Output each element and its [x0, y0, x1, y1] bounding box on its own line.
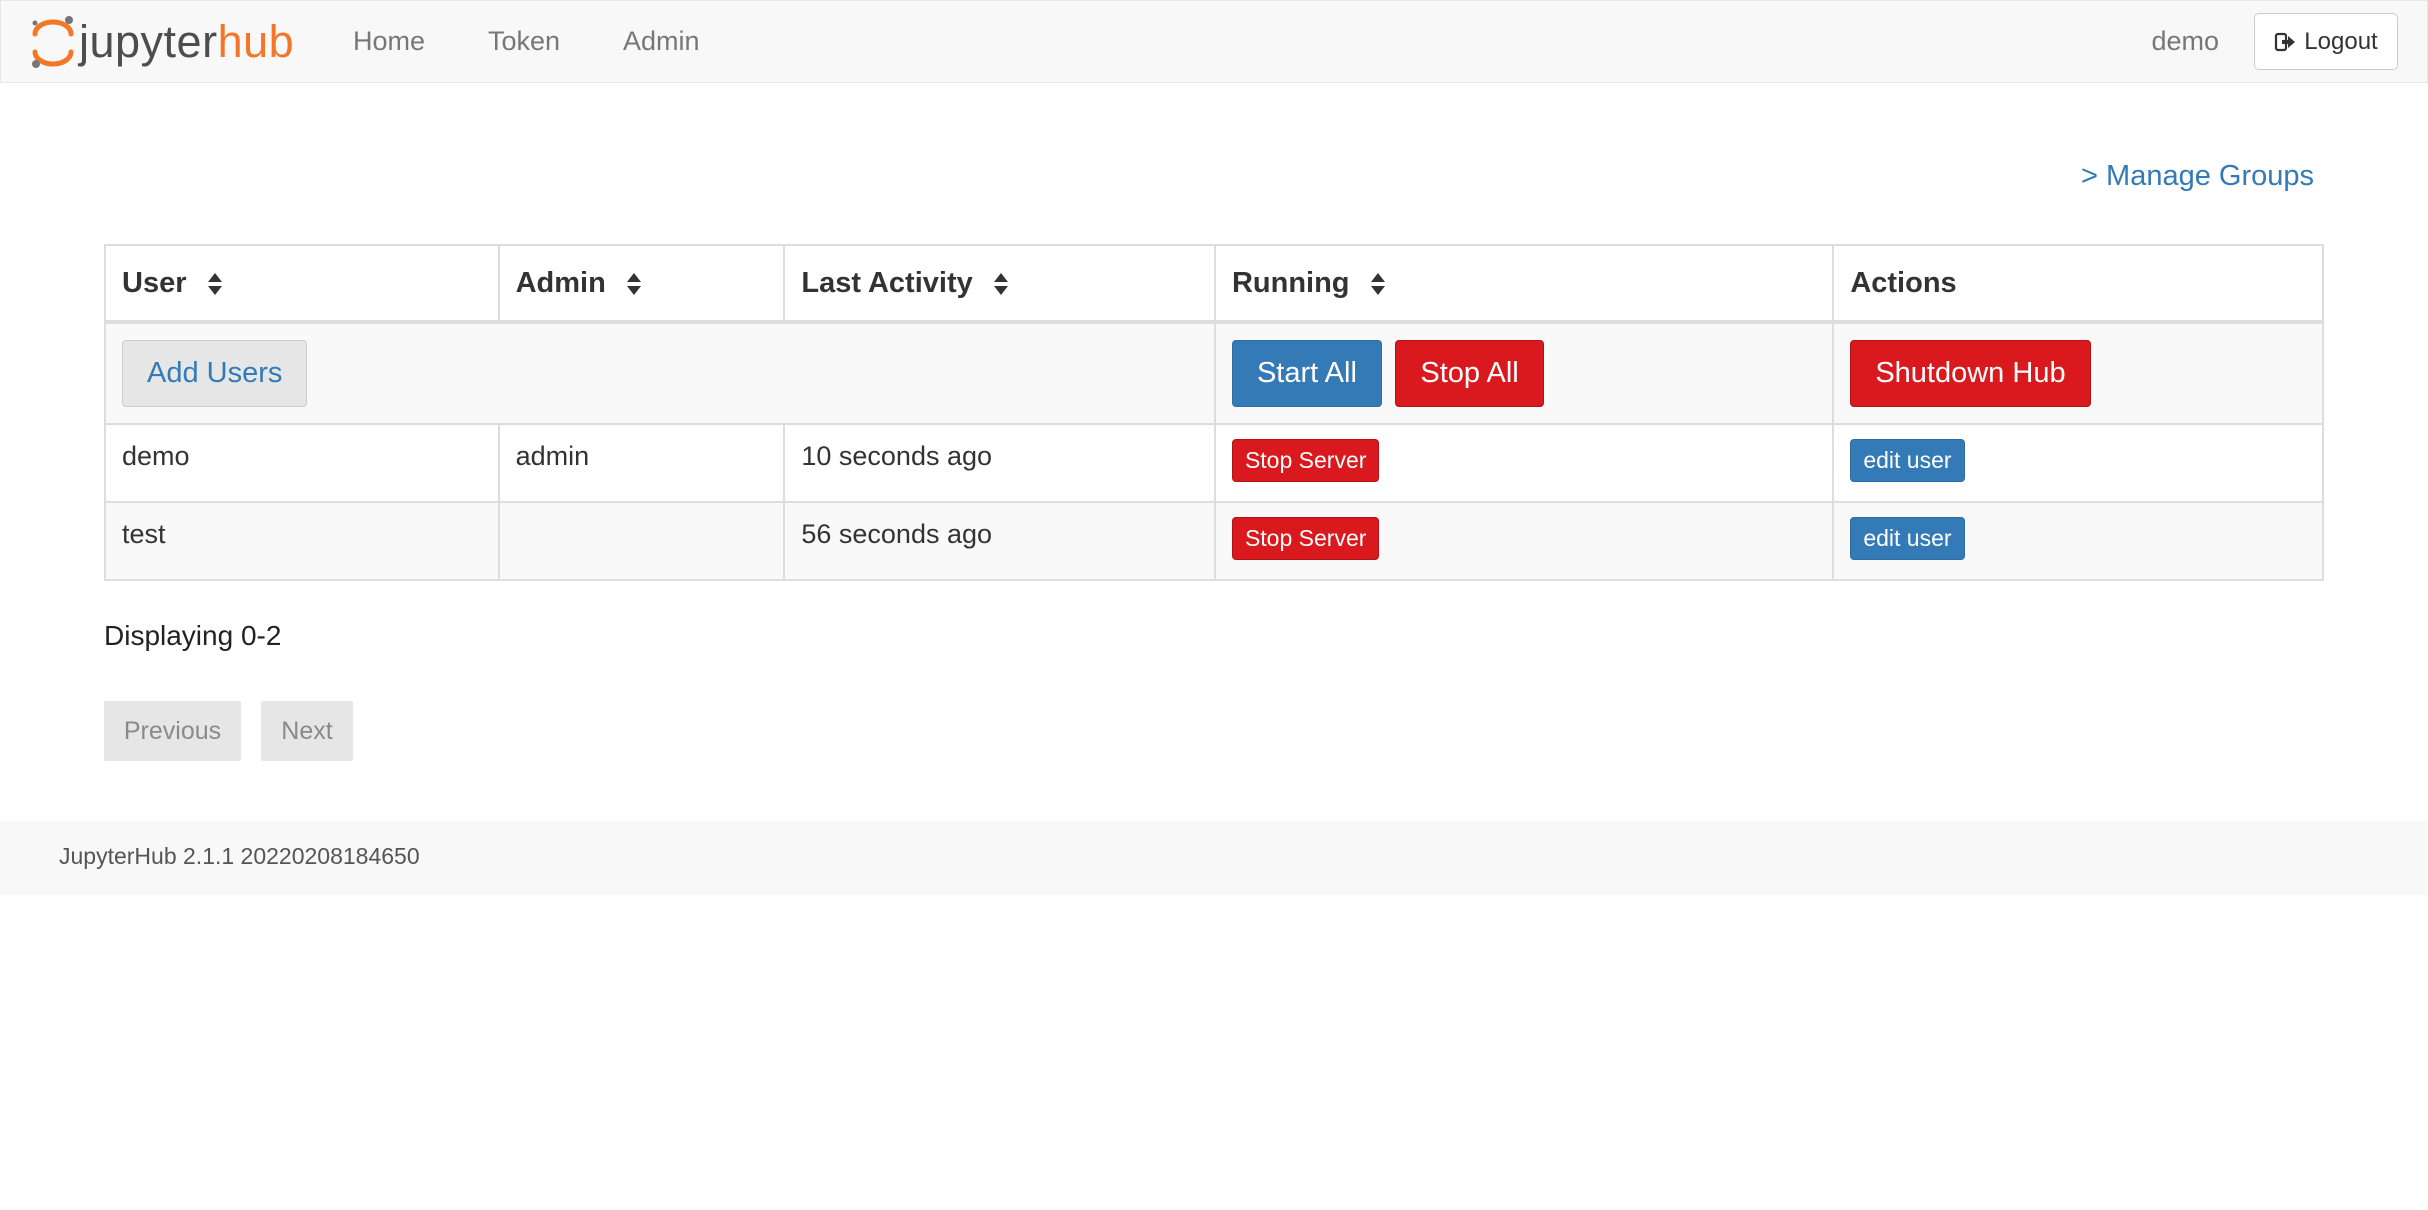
brand-jupyter-text: jupyter [79, 16, 218, 67]
edit-user-button[interactable]: edit user [1850, 439, 1965, 482]
current-username: demo [2151, 26, 2219, 56]
sort-icon[interactable] [626, 272, 642, 296]
last-activity-cell: 56 seconds ago [783, 501, 1216, 581]
last-activity-cell: 10 seconds ago [783, 423, 1216, 503]
brand-hub-text: hub [217, 16, 295, 67]
start-stop-all-cell: Start All Stop All [1213, 321, 1835, 425]
nav-home-link[interactable]: Home [353, 1, 425, 82]
table-row: demo admin 10 seconds ago Stop Server ed… [104, 423, 2324, 503]
column-header-label: Actions [1850, 266, 1957, 299]
running-cell: Stop Server [1213, 501, 1835, 581]
actions-cell: edit user [1832, 423, 2324, 503]
start-all-button[interactable]: Start All [1231, 340, 1382, 407]
sign-out-icon [2275, 32, 2296, 51]
next-page-button[interactable]: Next [261, 701, 353, 761]
add-users-button[interactable]: Add Users [122, 340, 308, 407]
manage-groups-link[interactable]: > Manage Groups [2081, 160, 2314, 193]
column-header-last-activity[interactable]: Last Activity [783, 244, 1216, 324]
users-table: User Admin Last Activity Running Actions [104, 244, 2324, 581]
column-header-label: Admin [515, 266, 606, 299]
edit-user-button[interactable]: edit user [1850, 517, 1965, 560]
column-header-label: User [122, 266, 187, 299]
shutdown-hub-button[interactable]: Shutdown Hub [1850, 340, 2091, 407]
column-header-admin[interactable]: Admin [497, 244, 786, 324]
column-header-actions: Actions [1832, 244, 2324, 324]
table-header-row: User Admin Last Activity Running Actions [104, 244, 2324, 324]
admin-status-cell [497, 501, 786, 581]
table-controls-row: Add Users Start All Stop All Shutdown Hu… [104, 321, 2324, 425]
sort-icon[interactable] [207, 272, 223, 296]
user-name-cell: test [104, 501, 500, 581]
add-users-cell: Add Users [104, 321, 1216, 425]
table-row: test 56 seconds ago Stop Server edit use… [104, 501, 2324, 581]
column-header-user[interactable]: User [104, 244, 500, 324]
nav-admin-link[interactable]: Admin [623, 1, 700, 82]
stop-server-button[interactable]: Stop Server [1231, 439, 1380, 482]
shutdown-hub-cell: Shutdown Hub [1832, 321, 2324, 425]
navbar: jupyterhub Home Token Admin demo Logout [0, 0, 2428, 83]
logout-label: Logout [2304, 27, 2378, 55]
running-cell: Stop Server [1213, 423, 1835, 503]
jupyter-logo-icon [32, 16, 74, 68]
previous-page-button[interactable]: Previous [104, 701, 241, 761]
nav-token-link[interactable]: Token [488, 1, 560, 82]
brand-name: jupyterhub [79, 9, 294, 75]
logout-button[interactable]: Logout [2254, 13, 2398, 70]
actions-cell: edit user [1832, 501, 2324, 581]
sort-icon[interactable] [1370, 272, 1386, 296]
version-text: JupyterHub 2.1.1 20220208184650 [59, 843, 420, 869]
footer: JupyterHub 2.1.1 20220208184650 [0, 821, 2428, 895]
column-header-running[interactable]: Running [1213, 244, 1835, 324]
jupyterhub-logo[interactable]: jupyterhub [31, 9, 294, 75]
sort-icon[interactable] [993, 272, 1009, 296]
displaying-range-text: Displaying 0-2 [104, 620, 282, 651]
admin-status-cell: admin [497, 423, 786, 503]
column-header-label: Running [1231, 266, 1350, 299]
user-name-cell: demo [104, 423, 500, 503]
column-header-label: Last Activity [801, 266, 973, 299]
stop-server-button[interactable]: Stop Server [1231, 517, 1380, 560]
stop-all-button[interactable]: Stop All [1395, 340, 1544, 407]
